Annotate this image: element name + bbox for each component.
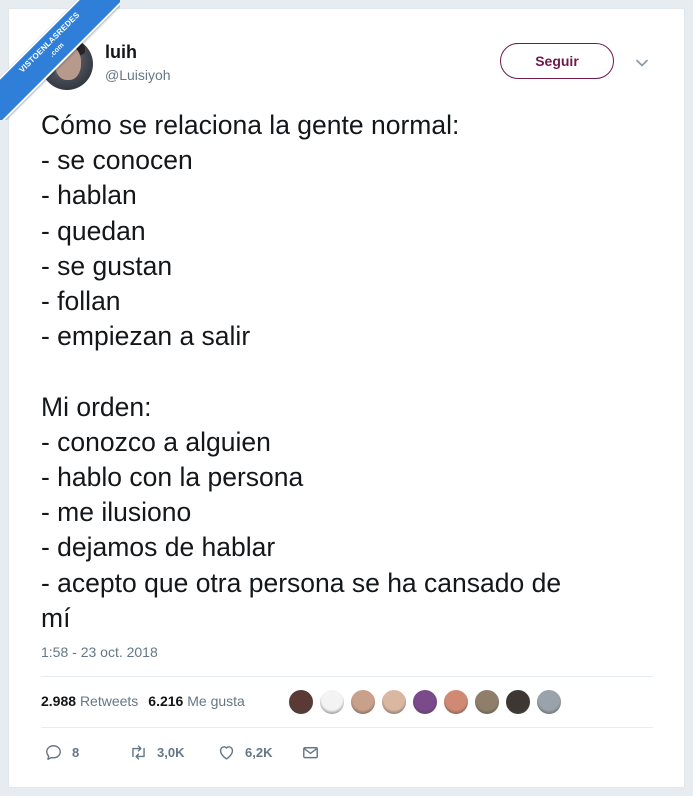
watermark-ribbon: VISTOENLASREDES .com (0, 0, 120, 120)
retweet-icon (132, 745, 145, 760)
liker-avatar[interactable] (536, 689, 562, 715)
liker-avatar[interactable] (412, 689, 438, 715)
tweet-timestamp[interactable]: 1:58 - 23 oct. 2018 (41, 644, 158, 660)
liker-avatar[interactable] (288, 689, 314, 715)
retweet-stat-count: 2.988 (41, 693, 77, 709)
reply-icon (46, 745, 61, 760)
reply-button[interactable]: 8 (44, 743, 129, 762)
liker-avatar[interactable] (319, 689, 345, 715)
heart-icon (219, 746, 234, 760)
reply-count: 8 (72, 745, 80, 760)
tweet-text: Cómo se relaciona la gente normal: - se … (41, 110, 562, 633)
liker-avatars (288, 689, 562, 715)
watermark-text: VISTOENLASREDES (17, 10, 82, 75)
follow-button[interactable]: Seguir (500, 43, 614, 79)
like-button[interactable]: 6,2K (217, 743, 301, 762)
retweet-stat[interactable]: 2.988 Retweets (41, 693, 138, 709)
liker-avatar[interactable] (350, 689, 376, 715)
mail-icon (303, 747, 318, 759)
like-stat-count: 6.216 (148, 693, 184, 709)
retweet-button[interactable]: 3,0K (129, 743, 217, 762)
like-stat-label: Me gusta (187, 693, 245, 709)
like-stat[interactable]: 6.216 Me gusta (148, 693, 245, 709)
divider (41, 676, 653, 677)
chevron-down-icon[interactable] (634, 55, 650, 71)
liker-avatar[interactable] (474, 689, 500, 715)
liker-avatar[interactable] (381, 689, 407, 715)
watermark-band: VISTOENLASREDES .com (0, 0, 120, 120)
liker-avatar[interactable] (443, 689, 469, 715)
retweet-count: 3,0K (157, 745, 185, 760)
divider (41, 727, 653, 728)
tweet-actions: 8 3,0K 6,2K (44, 743, 320, 762)
direct-message-button[interactable] (301, 743, 320, 762)
liker-avatar[interactable] (505, 689, 531, 715)
retweet-stat-label: Retweets (79, 693, 139, 709)
engagement-stats: 2.988 Retweets 6.216 Me gusta (41, 693, 245, 709)
like-count: 6,2K (245, 745, 273, 760)
